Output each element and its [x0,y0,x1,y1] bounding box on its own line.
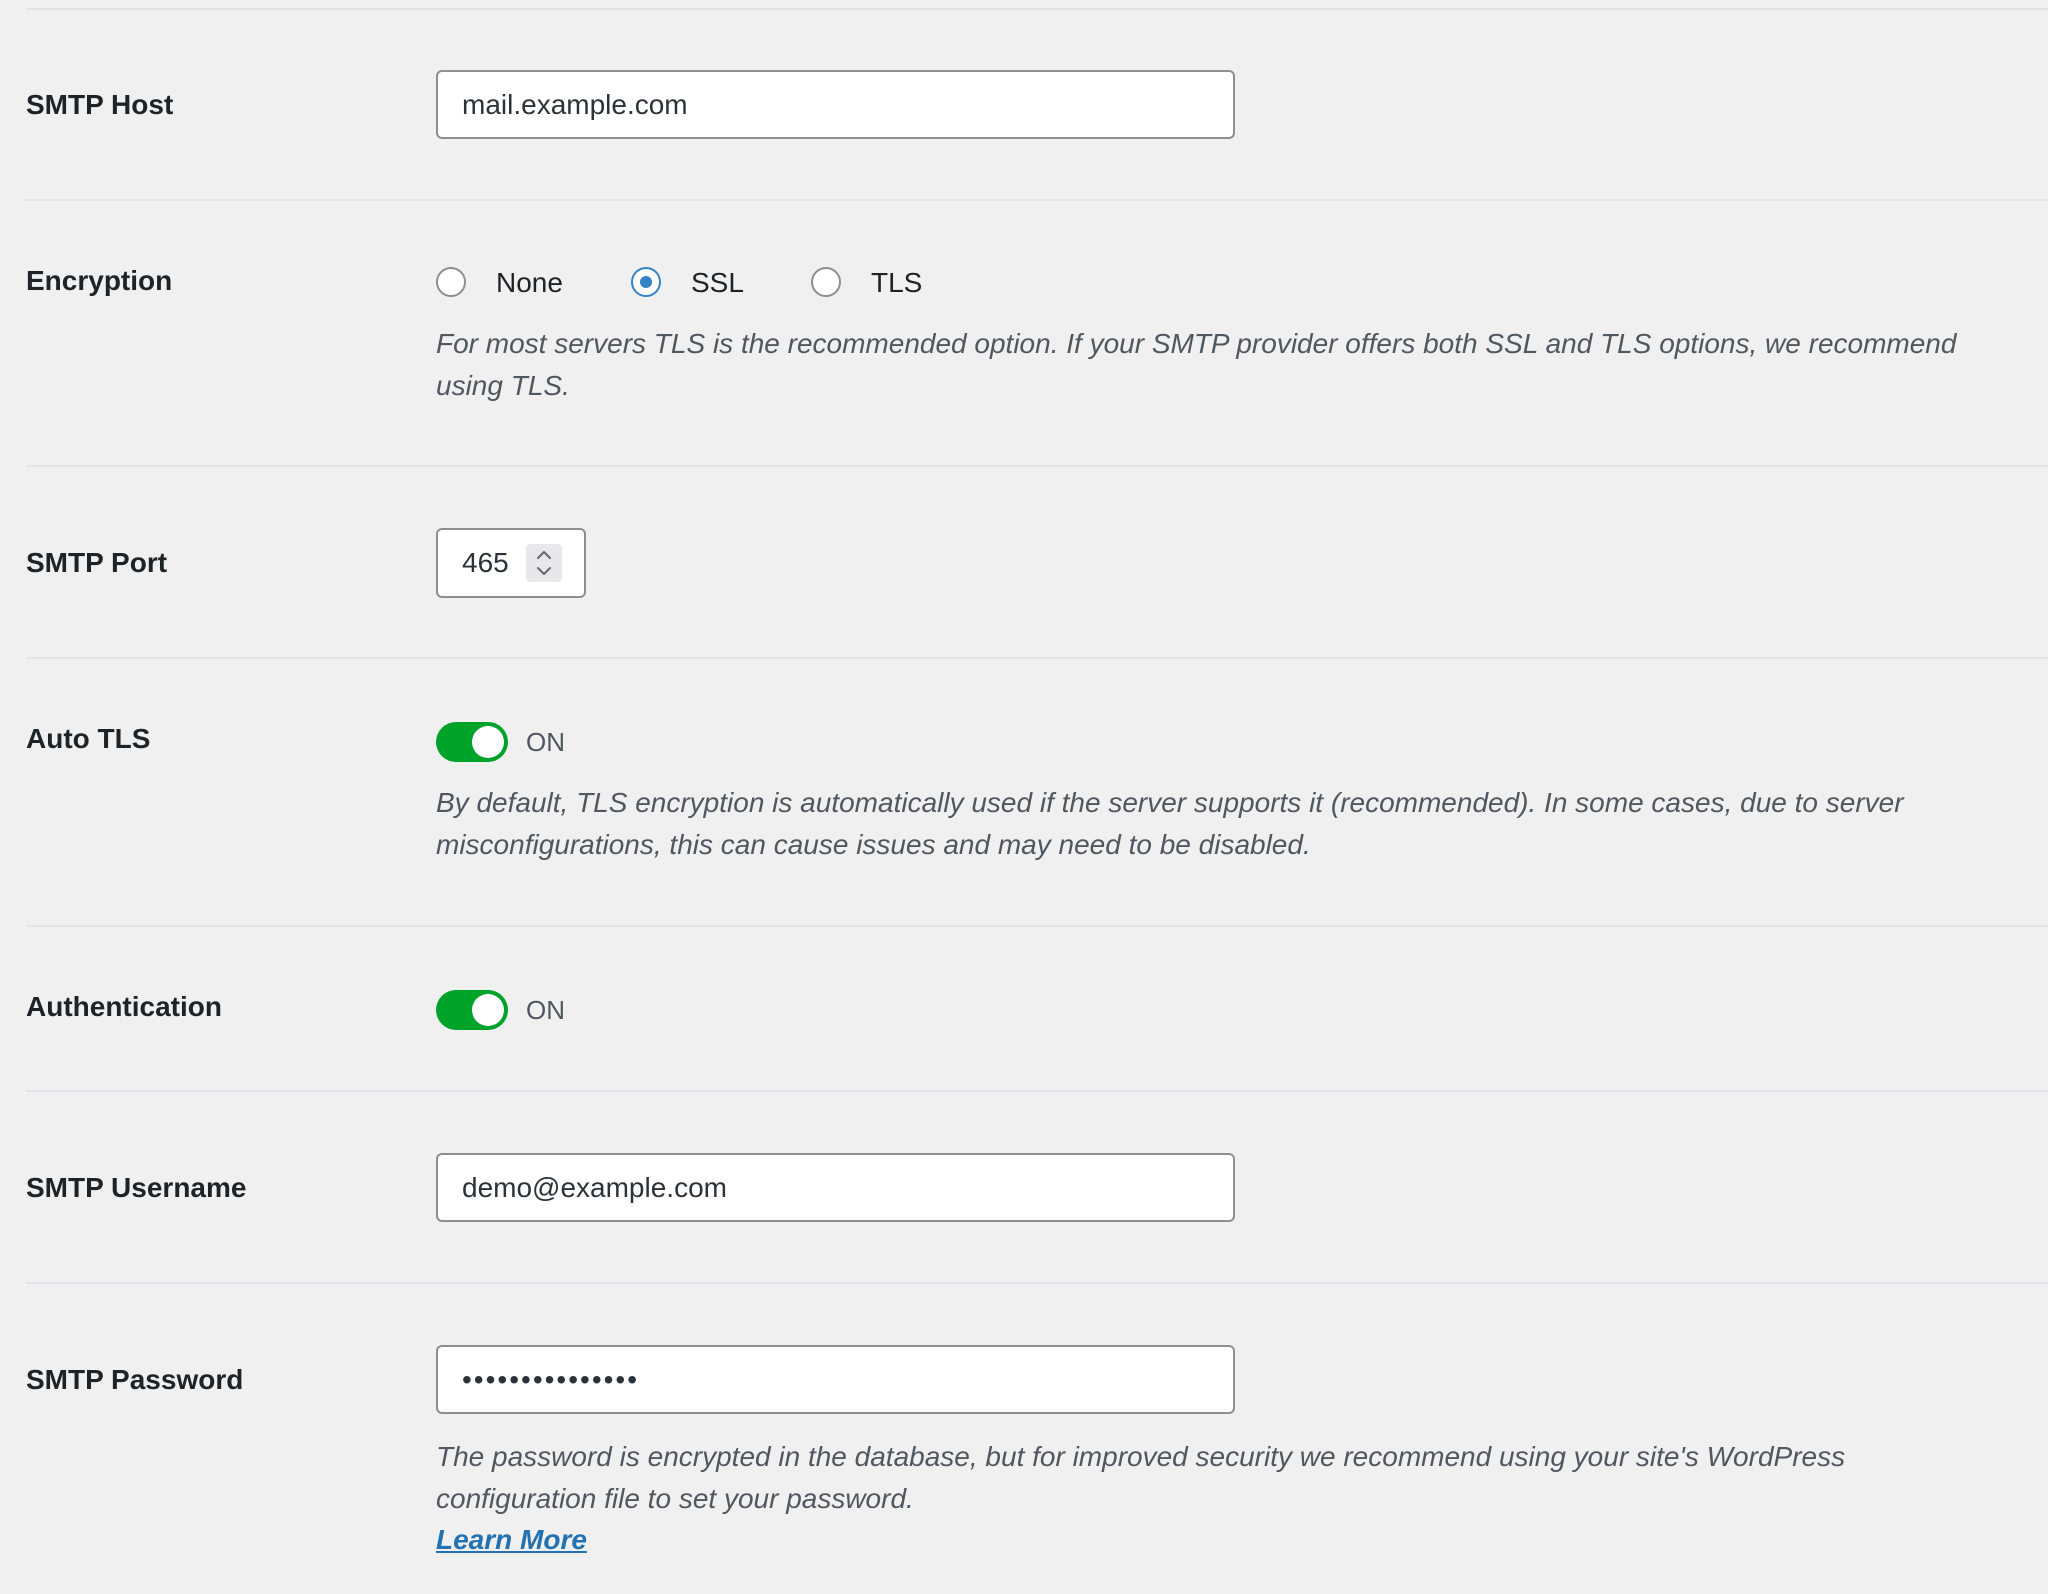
learn-more-link[interactable]: Learn More [436,1519,587,1561]
help-line: using TLS. [436,370,570,401]
smtp-port-value: 465 [462,547,509,578]
divider [26,1282,2048,1284]
toggle-knob [472,726,504,758]
toggle-knob [472,994,504,1026]
smtp-port-input[interactable]: 465 [436,528,586,598]
help-line: configuration file to set your password. [436,1483,914,1514]
divider [26,8,2048,10]
auto-tls-label: Auto TLS [26,723,151,754]
auto-tls-help-text: By default, TLS encryption is automatica… [436,782,1904,866]
smtp-password-help-text: The password is encrypted in the databas… [436,1436,1845,1520]
help-line: By default, TLS encryption is automatica… [436,787,1904,818]
smtp-password-input[interactable] [436,1345,1235,1414]
encryption-label: Encryption [26,265,173,296]
spinner-up-down-icon[interactable] [526,544,562,582]
divider [26,925,2048,927]
auto-tls-state: ON [526,727,565,757]
divider [26,1090,2048,1092]
radio-label-none: None [496,267,563,298]
divider [26,199,2048,201]
smtp-host-label: SMTP Host [26,89,174,120]
divider [26,657,2048,659]
radio-ssl[interactable] [631,267,661,297]
radio-label-tls: TLS [871,267,923,298]
smtp-settings-form: SMTP Host Encryption None SSL TLS For mo… [0,0,2048,1594]
authentication-label: Authentication [26,991,222,1022]
authentication-toggle[interactable] [436,990,508,1030]
smtp-host-input[interactable] [436,70,1235,139]
radio-label-ssl: SSL [691,267,744,298]
smtp-port-label: SMTP Port [26,547,168,578]
help-line: The password is encrypted in the databas… [436,1441,1846,1472]
help-line: For most servers TLS is the recommended … [436,328,1957,359]
smtp-password-label: SMTP Password [26,1364,244,1395]
divider [26,465,2048,467]
auto-tls-toggle[interactable] [436,722,508,762]
help-line: misconfigurations, this can cause issues… [436,829,1311,860]
radio-none[interactable] [436,267,466,297]
smtp-username-input[interactable] [436,1153,1235,1222]
smtp-username-label: SMTP Username [26,1172,247,1203]
radio-tls[interactable] [811,267,841,297]
encryption-help-text: For most servers TLS is the recommended … [436,323,1956,407]
radio-checked-dot [640,276,652,288]
authentication-state: ON [526,995,565,1025]
